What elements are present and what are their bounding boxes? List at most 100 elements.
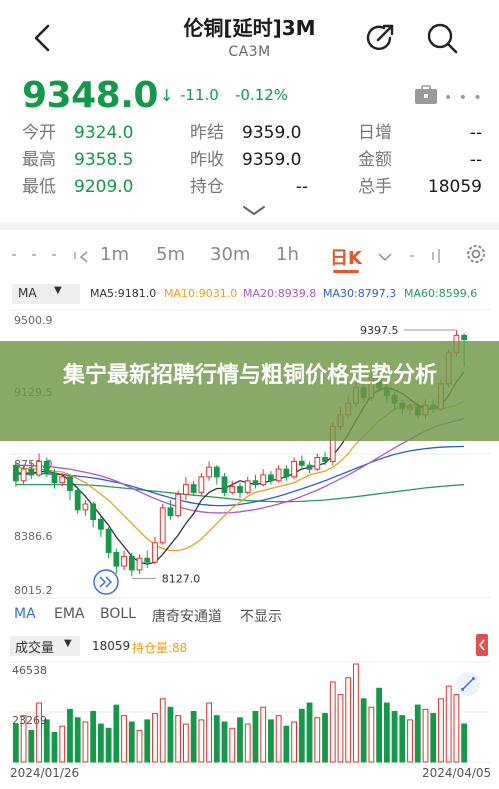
- tab-30m[interactable]: 30m: [210, 244, 250, 265]
- volume-bar: [221, 721, 228, 763]
- candle-body: [298, 460, 305, 466]
- volume-bar: [461, 723, 468, 763]
- volume-bar: [152, 713, 158, 763]
- tab-1m[interactable]: 1m: [100, 244, 129, 265]
- indicator-hide[interactable]: 不显示: [240, 606, 282, 626]
- tab-left-chevron-icon[interactable]: [76, 250, 92, 264]
- candle-body: [136, 557, 143, 571]
- ma-select[interactable]: MA ▼: [12, 284, 80, 304]
- candle-body: [244, 480, 251, 493]
- candle-body: [67, 476, 73, 491]
- volume-bar: [206, 702, 212, 763]
- volume-bar: [353, 663, 359, 763]
- search-icon[interactable]: [422, 18, 462, 58]
- volume-bar: [391, 710, 398, 763]
- volume-bar: [414, 704, 421, 763]
- candle-body: [283, 468, 290, 478]
- candle-body: [275, 468, 282, 482]
- end-date: 2024/04/05: [422, 766, 492, 780]
- candle-body: [152, 542, 158, 563]
- indicator-ema[interactable]: EMA: [54, 606, 85, 622]
- volume-bar: [322, 713, 328, 763]
- tab-5m[interactable]: 5m: [156, 244, 185, 265]
- volume-select-label: 成交量: [15, 641, 55, 656]
- volume-bar: [144, 719, 151, 763]
- volume-bar: [190, 710, 197, 763]
- tab-1h[interactable]: 1h: [276, 244, 299, 265]
- indicator-boll[interactable]: BOLL: [100, 606, 136, 622]
- stat-low: 最低 9209.0: [22, 177, 134, 197]
- fullscreen-button[interactable]: [456, 672, 480, 696]
- collapse-handle[interactable]: [476, 634, 488, 656]
- volume-bar: [438, 698, 444, 763]
- banner-title: 集宁最新招聘行情与粗铜价格走势分析: [62, 363, 437, 388]
- candle-body: [167, 507, 174, 517]
- candle-body: [206, 466, 212, 478]
- candle-body: [237, 486, 243, 493]
- volume-bar: [159, 698, 166, 763]
- volume-bar: [260, 706, 267, 763]
- volume-bar: [175, 715, 182, 763]
- tab-daily-k[interactable]: 日K: [330, 244, 362, 270]
- candle-body: [252, 480, 259, 486]
- stat-prev-settle: 昨结 9359.0: [190, 123, 302, 143]
- more-dots-icon[interactable]: • • •: [444, 90, 483, 106]
- candle-body: [74, 489, 81, 511]
- toolbox-icon[interactable]: [414, 85, 438, 105]
- volume-bar: [407, 719, 413, 763]
- volume-bar: [12, 723, 19, 763]
- volume-bar: [291, 721, 297, 763]
- volume-bar: [244, 723, 251, 763]
- volume-bar: [136, 729, 143, 763]
- volume-bar: [314, 717, 321, 763]
- volume-bar: [237, 717, 243, 763]
- ma20-value: MA20:8939.8: [243, 287, 317, 300]
- expand-chevron-icon[interactable]: [234, 204, 274, 218]
- volume-bar: [298, 708, 305, 763]
- tab-dropdown-icon[interactable]: [376, 250, 394, 264]
- stat-high: 最高 9358.5: [22, 150, 134, 170]
- candle-body: [59, 476, 66, 484]
- tab-scroll-dots-icon: [12, 252, 76, 259]
- volume-bar: [453, 694, 460, 763]
- candle-body: [291, 460, 297, 478]
- candle-body: [121, 555, 127, 567]
- candle-body: [221, 476, 228, 493]
- candle-body: [268, 474, 274, 482]
- period-tabs: 1m 5m 30m 1h 日K: [0, 236, 499, 276]
- volume-bar: [430, 713, 437, 763]
- stat-prev-close: 昨收 9359.0: [190, 150, 302, 170]
- candle-body: [36, 460, 42, 476]
- candle-body: [461, 334, 468, 341]
- volume-bar: [213, 715, 220, 763]
- overlay-banner: 集宁最新招聘行情与粗铜价格走势分析: [0, 341, 499, 441]
- active-tab-indicator: [333, 270, 359, 273]
- share-icon[interactable]: [360, 18, 400, 58]
- candle-body: [144, 557, 151, 563]
- volume-y-tick-mid: 23269: [12, 714, 47, 727]
- volume-bar: [51, 732, 58, 763]
- volume-bar: [105, 727, 112, 763]
- candle-body: [198, 476, 205, 493]
- volume-chart[interactable]: 46538 23269: [0, 660, 499, 766]
- settings-gear-icon[interactable]: [464, 242, 488, 266]
- current-price: 9348.0: [22, 75, 158, 108]
- stat-total-volume: 总手 18059: [358, 177, 482, 197]
- indicator-donchian[interactable]: 唐奇安通道: [152, 606, 222, 626]
- volume-bar: [252, 710, 259, 763]
- start-date: 2024/01/26: [10, 766, 80, 780]
- candle-body: [90, 503, 97, 521]
- stat-open: 今开 9324.0: [22, 123, 134, 143]
- ma-legend: MA ▼ MA5:9181.0 MA10:9031.0 MA20:8939.8 …: [0, 284, 499, 304]
- candle-body: [190, 484, 197, 493]
- volume-select[interactable]: 成交量 ▼: [10, 636, 80, 656]
- candle-body: [43, 460, 50, 474]
- indicator-ma[interactable]: MA: [14, 606, 36, 622]
- volume-bar: [329, 681, 336, 763]
- volume-bar: [121, 715, 127, 763]
- volume-bar: [360, 698, 367, 763]
- high-annotation-label: 9397.5: [360, 324, 399, 337]
- volume-bar: [28, 729, 35, 763]
- candle-body: [105, 528, 112, 553]
- candle-body: [128, 555, 135, 571]
